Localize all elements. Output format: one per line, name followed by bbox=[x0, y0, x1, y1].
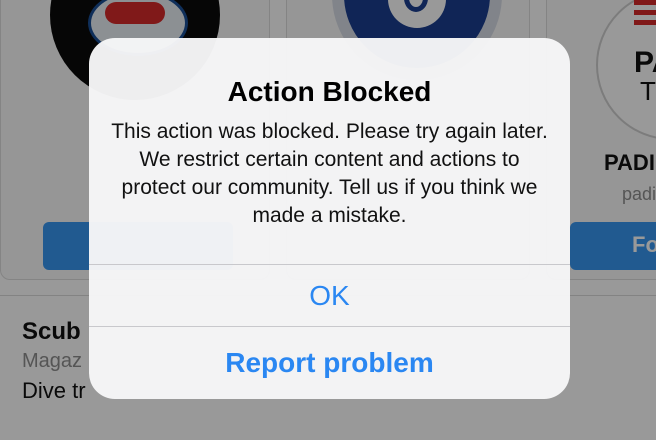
action-blocked-alert: Action Blocked This action was blocked. … bbox=[89, 38, 570, 399]
report-problem-button[interactable]: Report problem bbox=[89, 327, 570, 399]
alert-title: Action Blocked bbox=[227, 76, 432, 107]
screen: PAD Tr PADI padi Fo Scub Magaz Dive tr A… bbox=[0, 0, 656, 440]
alert-message: This action was blocked. Please try agai… bbox=[111, 120, 548, 227]
ok-button[interactable]: OK bbox=[89, 265, 570, 326]
